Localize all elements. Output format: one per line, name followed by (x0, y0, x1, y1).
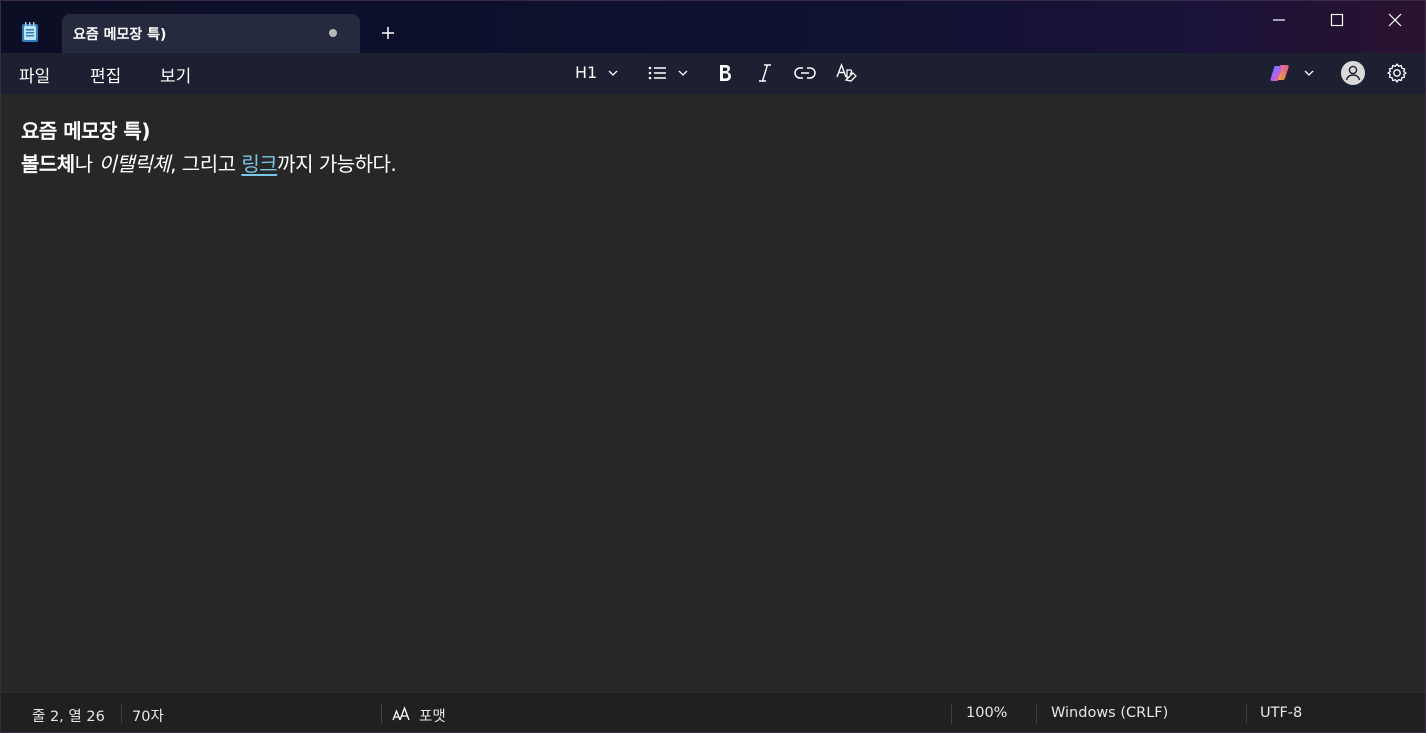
status-divider (1036, 704, 1037, 724)
notepad-window: 요즘 메모장 특) 파일 편집 보기 H1 요즘 메모장 특) 볼드체나 이탤릭… (0, 0, 1426, 733)
heading-dropdown[interactable]: H1 (571, 60, 621, 86)
clear-format-icon (836, 63, 857, 82)
tab-title: 요즘 메모장 특) (73, 27, 167, 43)
maximize-button[interactable] (1309, 1, 1365, 39)
unsaved-dot-icon[interactable] (329, 29, 337, 37)
line-ending[interactable]: Windows (CRLF) (1051, 705, 1168, 721)
format-label: 포맷 (419, 709, 446, 725)
italic-button[interactable] (753, 60, 777, 86)
status-bar: 줄 2, 열 26 70자 포맷 100% Windows (CRLF) UTF… (1, 692, 1425, 732)
italic-text: 이탤릭체 (98, 152, 171, 176)
link-button[interactable] (793, 60, 817, 86)
settings-button[interactable] (1385, 60, 1409, 86)
bold-text: 볼드체 (21, 152, 75, 176)
menu-view[interactable]: 보기 (160, 62, 191, 87)
plain-text: 나 (74, 152, 99, 176)
document-tab[interactable]: 요즘 메모장 특) (62, 14, 360, 53)
doc-line-1[interactable]: 요즘 메모장 특) (21, 115, 150, 144)
menu-toolbar: 파일 편집 보기 H1 (1, 53, 1425, 94)
menu-file[interactable]: 파일 (19, 62, 50, 87)
encoding[interactable]: UTF-8 (1260, 705, 1302, 721)
menu-edit[interactable]: 편집 (90, 62, 121, 87)
link-icon (794, 67, 816, 79)
title-bar: 요즘 메모장 특) (1, 1, 1425, 53)
close-button[interactable] (1367, 1, 1423, 39)
plain-text: , 그리고 (170, 152, 242, 176)
close-icon (1388, 13, 1402, 27)
maximize-icon (1330, 13, 1344, 27)
cursor-position: 줄 2, 열 26 (32, 709, 105, 725)
zoom-level[interactable]: 100% (966, 705, 1007, 721)
plain-text: 까지 가능하다. (277, 152, 397, 176)
plus-icon (382, 27, 394, 39)
gear-icon (1387, 63, 1407, 83)
list-dropdown[interactable] (645, 60, 691, 86)
italic-icon (759, 64, 771, 82)
copilot-button[interactable] (1267, 60, 1317, 86)
chevron-down-icon (678, 70, 688, 76)
text-format-icon (392, 706, 410, 721)
hyperlink-text[interactable]: 링크 (241, 152, 277, 176)
status-divider (951, 704, 952, 724)
chevron-down-icon (608, 70, 618, 76)
status-divider (121, 704, 122, 724)
new-tab-button[interactable] (375, 20, 401, 46)
heading-label: H1 (575, 63, 598, 82)
clear-formatting-button[interactable] (833, 60, 857, 86)
character-count: 70자 (132, 709, 164, 725)
bold-icon (720, 65, 731, 81)
status-divider (381, 704, 382, 724)
text-editor[interactable]: 요즘 메모장 특) 볼드체나 이탤릭체, 그리고 링크까지 가능하다. (1, 94, 1425, 692)
doc-line-2[interactable]: 볼드체나 이탤릭체, 그리고 링크까지 가능하다. (21, 148, 397, 177)
copilot-icon (1270, 65, 1289, 81)
minimize-icon (1273, 19, 1285, 21)
bold-button[interactable] (713, 60, 737, 86)
status-divider (1246, 704, 1247, 724)
chevron-down-icon (1304, 70, 1314, 76)
account-icon (1341, 61, 1365, 85)
account-button[interactable] (1340, 60, 1366, 86)
notepad-app-icon (21, 22, 39, 43)
list-icon (648, 66, 666, 80)
minimize-button[interactable] (1251, 1, 1307, 39)
